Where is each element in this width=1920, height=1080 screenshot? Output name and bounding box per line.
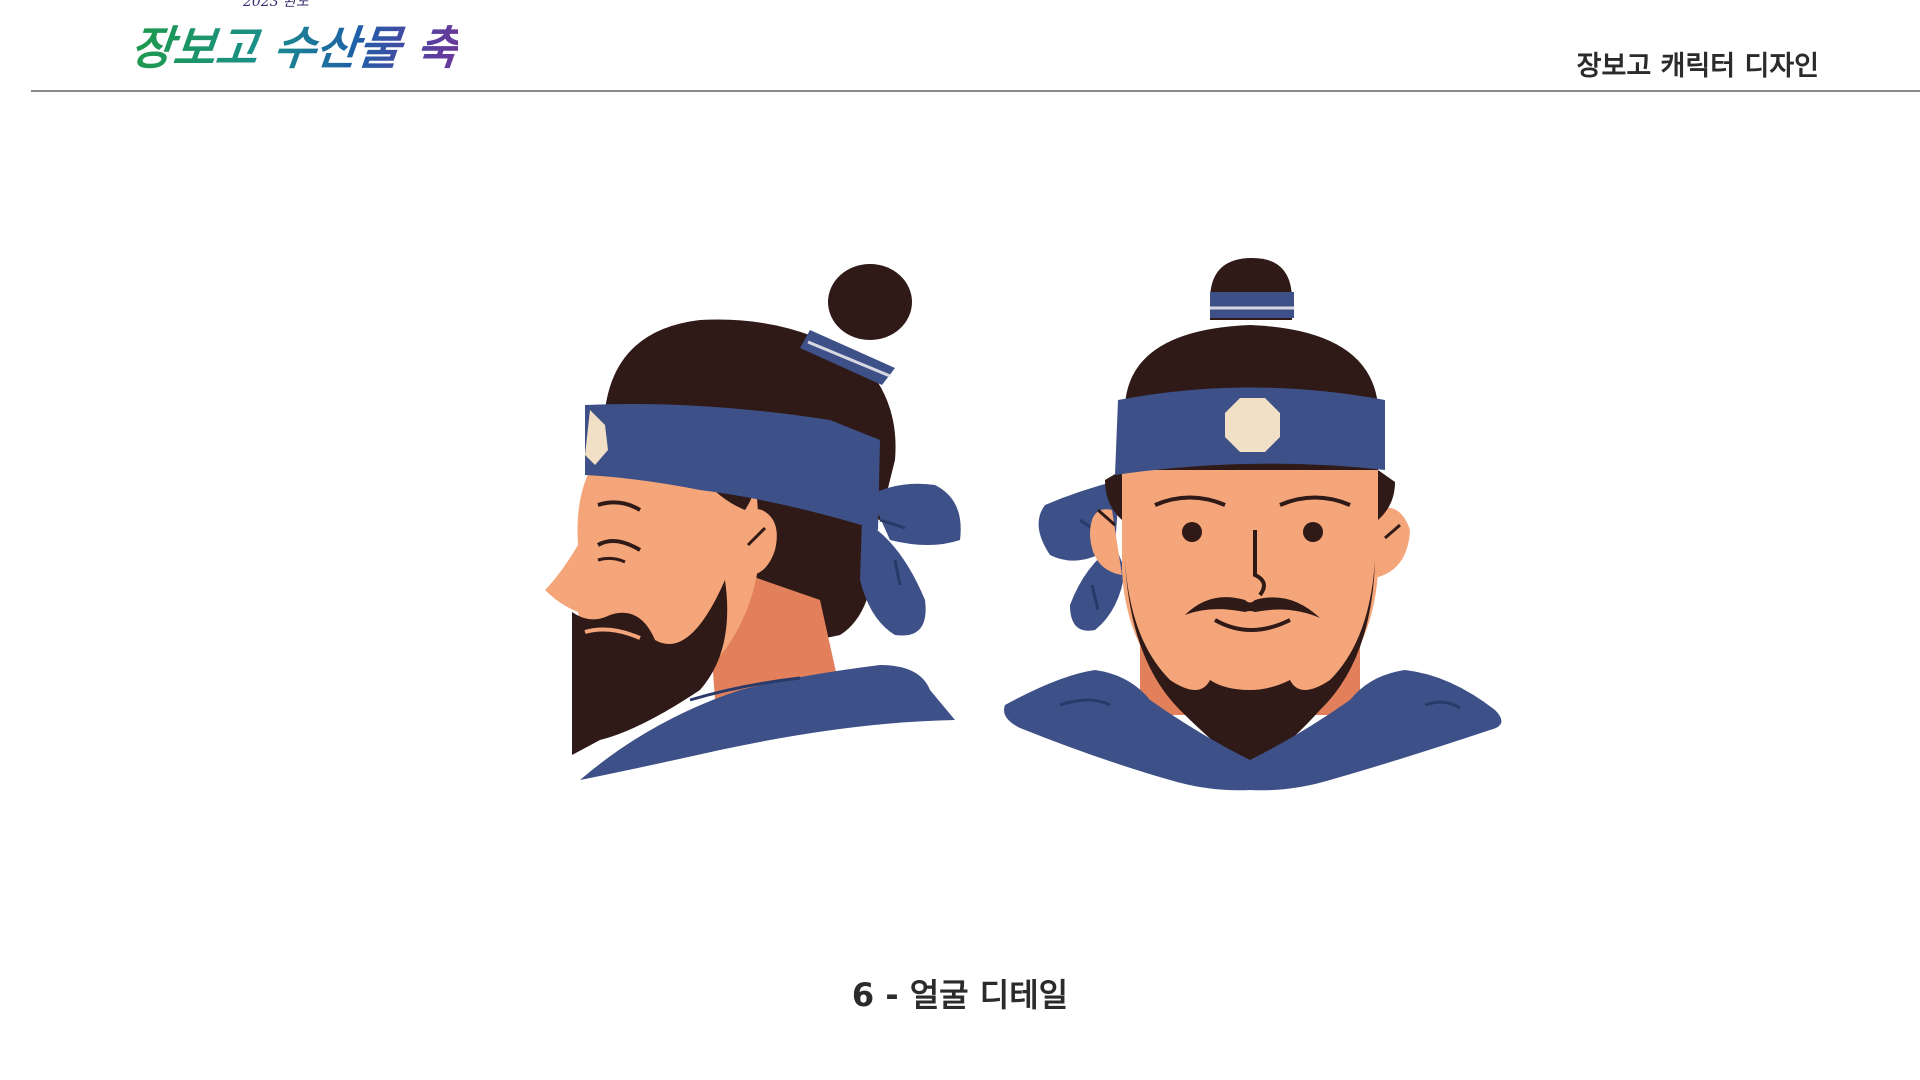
- front-headband-ornament: [1225, 398, 1280, 452]
- front-eye-left: [1182, 522, 1202, 542]
- front-topknot-band: [1210, 292, 1294, 318]
- front-eye-right: [1303, 522, 1323, 542]
- character-face-illustration: [545, 258, 1502, 791]
- side-topknot: [828, 264, 912, 340]
- front-ear-right: [1375, 507, 1410, 578]
- side-view-face: [545, 264, 961, 780]
- slide-caption: 6 - 얼굴 디테일: [851, 976, 1069, 1014]
- front-view-face: [1004, 258, 1502, 791]
- slide-page: 2023 완도 장보고 수산물 축제 장보고 캐릭터 디자인 6 - 얼굴 디테…: [0, 0, 1920, 1080]
